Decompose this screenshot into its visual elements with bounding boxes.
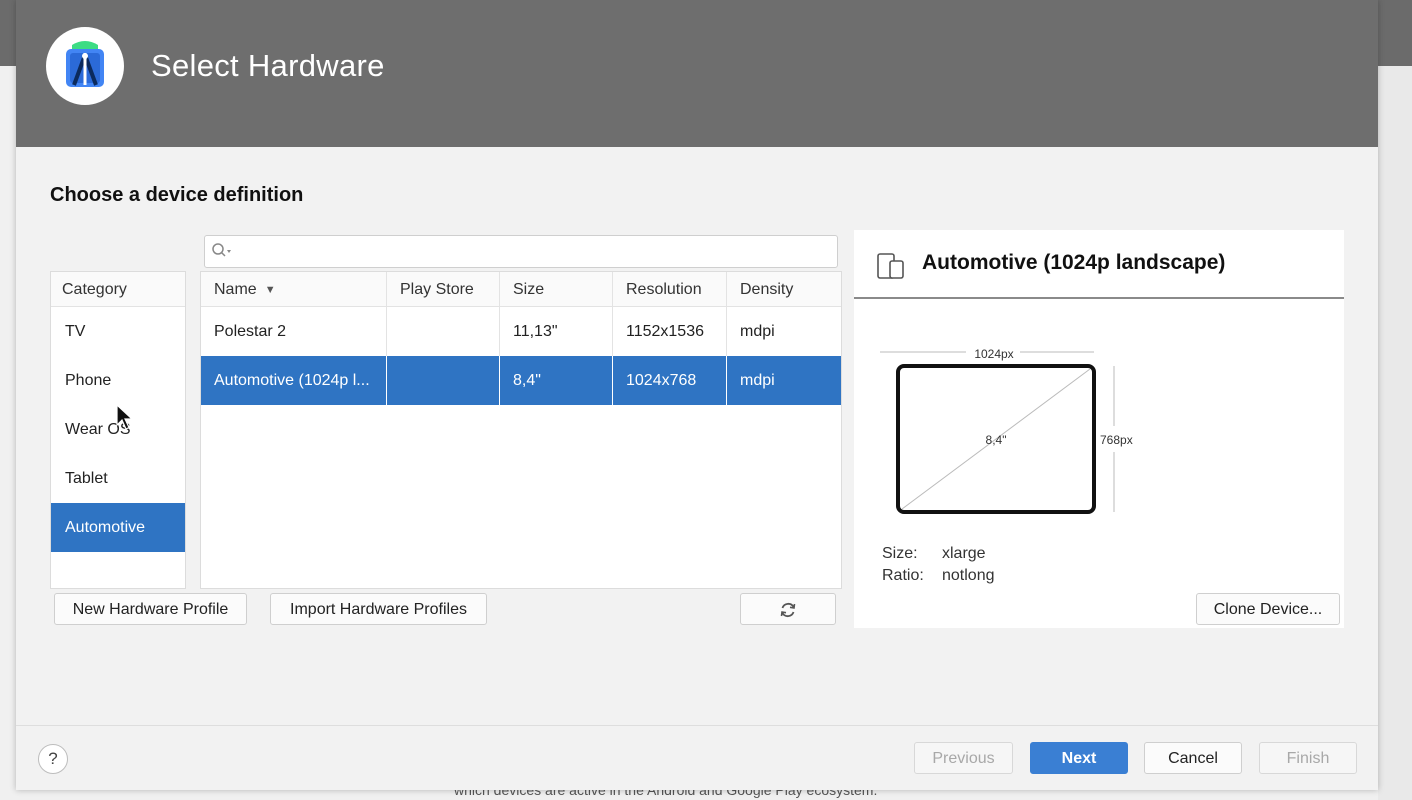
search-icon[interactable] <box>211 242 233 265</box>
clone-device-button[interactable]: Clone Device... <box>1196 593 1340 625</box>
cell-size: 8,4" <box>500 356 613 405</box>
help-button[interactable]: ? <box>38 744 68 774</box>
size-label: Size: <box>882 545 918 562</box>
cell-name: Automotive (1024p l... <box>201 356 387 405</box>
previous-button[interactable]: Previous <box>914 742 1013 774</box>
device-icon <box>876 252 906 285</box>
import-hardware-profiles-button[interactable]: Import Hardware Profiles <box>270 593 487 625</box>
refresh-icon <box>779 601 797 618</box>
column-header-size[interactable]: Size <box>500 272 613 306</box>
table-row-selected[interactable]: Automotive (1024p l... 8,4" 1024x768 mdp… <box>201 356 841 405</box>
category-item-tv[interactable]: TV <box>51 307 185 356</box>
sort-descending-icon: ▼ <box>264 284 276 296</box>
diagonal-label: 8,4" <box>986 433 1007 447</box>
select-hardware-dialog: Select Hardware Choose a device definiti… <box>16 0 1378 790</box>
cell-density: mdpi <box>740 323 775 340</box>
dialog-banner: Select Hardware <box>16 0 1378 147</box>
ratio-value: notlong <box>942 567 995 584</box>
table-row[interactable]: Polestar 2 11,13" 1152x1536 mdpi <box>201 307 841 356</box>
details-header: Automotive (1024p landscape) <box>854 230 1344 299</box>
column-header-resolution[interactable]: Resolution <box>613 272 727 306</box>
category-header: Category <box>51 272 185 307</box>
column-header-density[interactable]: Density <box>727 272 841 306</box>
cell-play-store <box>387 307 500 356</box>
category-item-phone[interactable]: Phone <box>51 356 185 405</box>
size-value: xlarge <box>942 545 986 562</box>
search-input[interactable] <box>235 240 829 264</box>
cell-resolution: 1152x1536 <box>613 307 727 356</box>
cell-name: Polestar 2 <box>201 307 387 356</box>
device-dimension-diagram: 1024px 8,4" 768px <box>880 347 1133 514</box>
column-header-name-label: Name <box>214 281 257 299</box>
table-header: Name ▼ Play Store Size Resolution Density <box>201 272 841 307</box>
finish-button[interactable]: Finish <box>1259 742 1357 774</box>
ratio-label: Ratio: <box>882 567 924 584</box>
height-label: 768px <box>1100 433 1133 447</box>
device-table: Name ▼ Play Store Size Resolution Density… <box>200 271 842 589</box>
section-title: Choose a device definition <box>50 184 304 206</box>
column-header-play-store[interactable]: Play Store <box>387 272 500 306</box>
cell-density: mdpi <box>740 372 775 389</box>
dialog-title: Select Hardware <box>151 48 385 83</box>
column-header-name[interactable]: Name ▼ <box>201 272 387 306</box>
device-details-panel: Automotive (1024p landscape) 1024px 8,4"… <box>854 230 1344 628</box>
footer-divider <box>16 725 1378 726</box>
search-field[interactable] <box>204 235 838 268</box>
backdrop-right <box>1378 66 1412 800</box>
details-title: Automotive (1024p landscape) <box>922 251 1226 274</box>
category-item-tablet[interactable]: Tablet <box>51 454 185 503</box>
cancel-button[interactable]: Cancel <box>1144 742 1242 774</box>
next-button[interactable]: Next <box>1030 742 1128 774</box>
mouse-cursor-icon <box>116 404 134 430</box>
android-studio-logo-icon <box>46 27 124 105</box>
cell-resolution: 1024x768 <box>613 356 727 405</box>
width-label: 1024px <box>974 347 1013 361</box>
category-item-automotive[interactable]: Automotive <box>51 503 185 552</box>
refresh-button[interactable] <box>740 593 836 625</box>
cell-size: 11,13" <box>500 307 613 356</box>
new-hardware-profile-button[interactable]: New Hardware Profile <box>54 593 247 625</box>
cell-play-store <box>387 356 500 405</box>
